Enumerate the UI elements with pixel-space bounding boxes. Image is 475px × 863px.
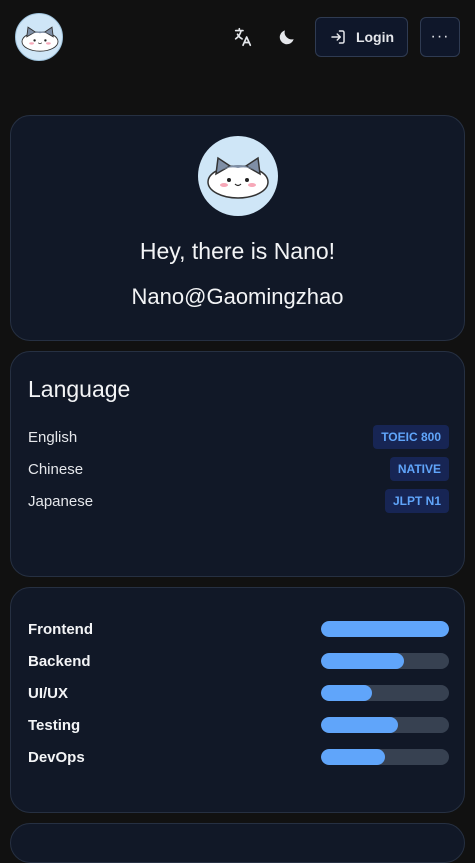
skill-progress-fill [321, 717, 398, 733]
language-level-badge: NATIVE [389, 457, 449, 481]
skill-name: Frontend [28, 620, 93, 638]
language-title: Language [28, 376, 131, 402]
translate-icon [234, 27, 252, 47]
skill-name: UI/UX [28, 684, 69, 702]
theme-toggle-button[interactable] [272, 22, 302, 52]
skill-row: Frontend [28, 619, 449, 639]
cat-mascot-icon [21, 26, 59, 52]
language-name: English [28, 428, 78, 446]
language-card: Language English TOEIC 800 Chinese NATIV… [10, 351, 465, 577]
skill-progress-track [321, 717, 449, 733]
skill-progress-fill [321, 653, 405, 669]
cat-mascot-icon [207, 156, 269, 199]
login-label: Login [355, 29, 395, 45]
login-icon [331, 30, 345, 44]
profile-card: Hey, there is Nano! Nano@Gaomingzhao [10, 115, 465, 341]
login-button[interactable]: Login [315, 17, 408, 57]
skill-progress-fill [321, 621, 449, 637]
language-level-badge: JLPT N1 [384, 489, 449, 513]
language-name: Chinese [28, 460, 84, 478]
more-icon: ··· [430, 28, 450, 45]
handle-text: Nano@Gaomingzhao [131, 284, 344, 309]
moon-icon [279, 30, 294, 45]
skills-card: Frontend Backend UI/UX Testing DevOps [10, 587, 465, 813]
skill-progress-fill [321, 749, 385, 765]
skill-row: UI/UX [28, 683, 449, 703]
skill-name: DevOps [28, 748, 85, 766]
language-level-badge: TOEIC 800 [373, 425, 449, 449]
skill-progress-fill [321, 685, 373, 701]
skill-row: Backend [28, 651, 449, 671]
language-row: English TOEIC 800 [28, 425, 449, 449]
skill-progress-track [321, 685, 449, 701]
skill-row: Testing [28, 715, 449, 735]
skill-name: Testing [28, 716, 81, 734]
language-row: Japanese JLPT N1 [28, 489, 449, 513]
profile-avatar [198, 136, 278, 216]
skill-progress-track [321, 653, 449, 669]
skill-row: DevOps [28, 747, 449, 767]
next-card [10, 823, 465, 863]
translate-button[interactable] [228, 22, 258, 52]
language-name: Japanese [28, 492, 94, 510]
more-button[interactable]: ··· [420, 17, 460, 57]
skill-progress-track [321, 749, 449, 765]
avatar[interactable] [15, 13, 63, 61]
top-bar: Login ··· [0, 0, 475, 74]
greeting-text: Hey, there is Nano! [139, 238, 336, 264]
language-row: Chinese NATIVE [28, 457, 449, 481]
skill-name: Backend [28, 652, 91, 670]
skill-progress-track [321, 621, 449, 637]
